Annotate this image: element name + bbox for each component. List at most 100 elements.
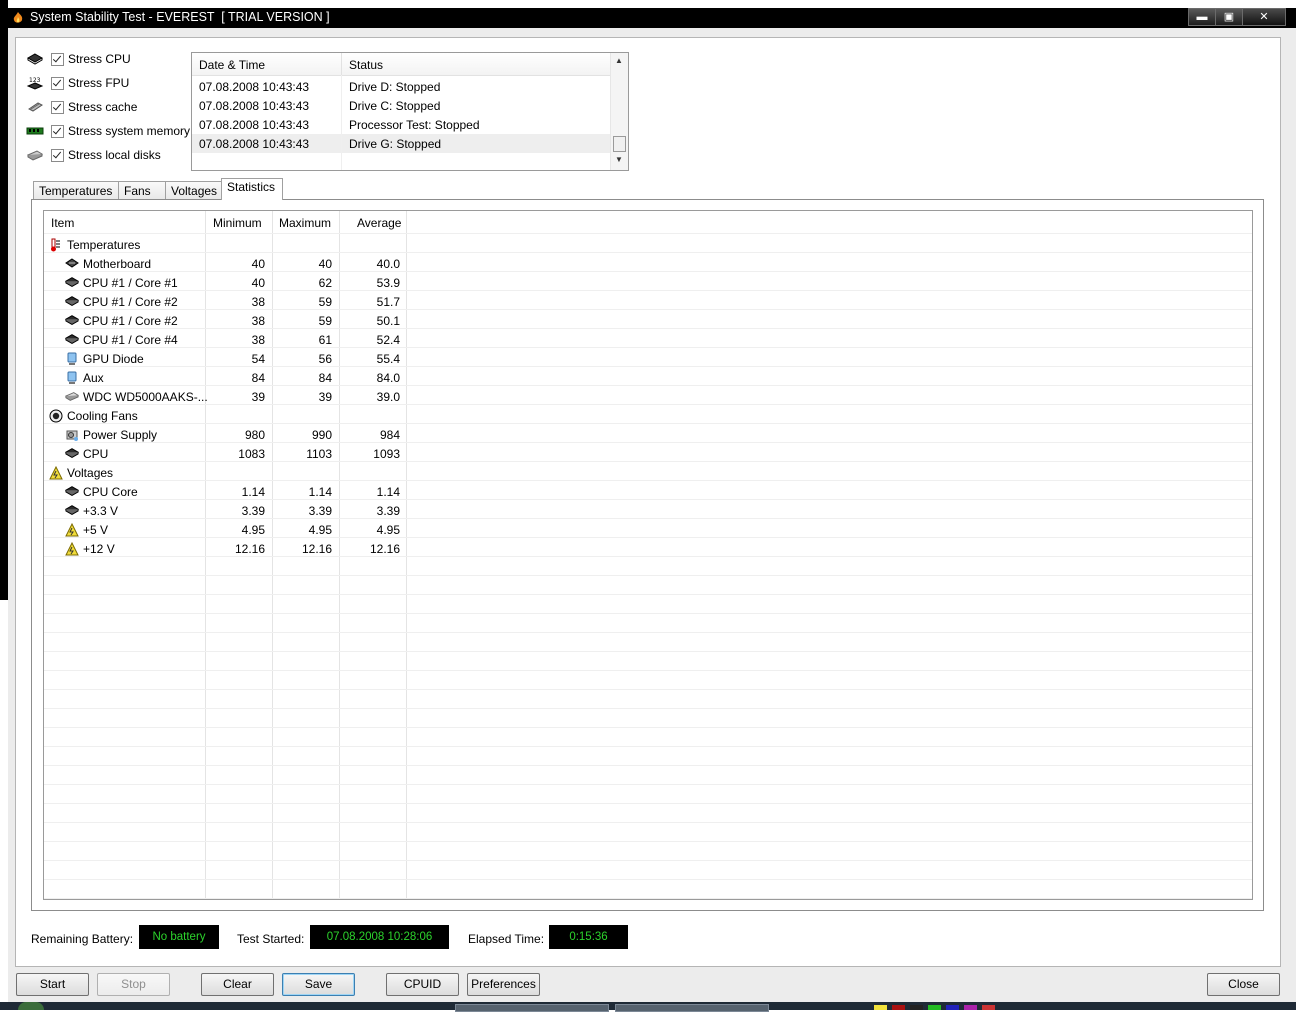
stress-option[interactable]: Stress system memory (26, 122, 190, 140)
log-row[interactable]: 07.08.2008 10:43:43 Drive C: Stopped (192, 96, 610, 115)
tab-voltages[interactable]: Voltages (165, 181, 222, 200)
save-button[interactable]: Save (282, 973, 355, 996)
preferences-button[interactable]: Preferences (467, 973, 540, 996)
window-close-button[interactable]: ✕ (1242, 8, 1286, 26)
table-row[interactable]: Aux 84 84 84.0 (44, 368, 1252, 387)
scroll-down-arrow-icon[interactable]: ▼ (615, 155, 623, 164)
stress-checkbox[interactable] (51, 52, 64, 66)
test-started-label: Test Started: (237, 932, 305, 946)
event-log-list[interactable]: Date & Time Status 07.08.2008 10:43:43 Dr… (191, 52, 629, 171)
stress-checkbox[interactable] (51, 76, 64, 90)
table-row[interactable]: WDC WD5000AAKS-... 39 39 39.0 (44, 387, 1252, 406)
table-row[interactable]: CPU #1 / Core #2 38 59 51.7 (44, 292, 1252, 311)
stress-option-label[interactable]: Stress FPU (68, 76, 129, 90)
cell-min: 980 (244, 428, 265, 442)
log-row[interactable]: 07.08.2008 10:43:43 Drive G: Stopped (192, 134, 610, 153)
cell-min: 1.14 (241, 485, 265, 499)
stress-option-label[interactable]: Stress local disks (68, 148, 161, 162)
taskbar-button[interactable] (455, 1004, 609, 1012)
table-row[interactable]: CPU 1083 1103 1093 (44, 444, 1252, 463)
stress-checkbox[interactable] (51, 148, 64, 162)
stop-button[interactable]: Stop (97, 973, 170, 996)
table-row[interactable]: CPU #1 / Core #1 40 62 53.9 (44, 273, 1252, 292)
log-row[interactable]: 07.08.2008 10:43:43 Processor Test: Stopp… (192, 115, 610, 134)
row-gridline (44, 860, 1252, 861)
tab-temperatures[interactable]: Temperatures (33, 181, 119, 200)
stress-option-label[interactable]: Stress system memory (68, 124, 190, 138)
col-header-maximum[interactable]: Maximum (279, 216, 331, 230)
log-header-datetime[interactable]: Date & Time (199, 58, 265, 72)
cell-min: 1083 (238, 447, 265, 461)
cell-avg: 984 (379, 428, 400, 442)
close-button[interactable]: Close (1207, 973, 1280, 996)
cell-max: 61 (318, 333, 332, 347)
stress-option[interactable]: Stress local disks (26, 146, 161, 164)
table-group-row[interactable]: Voltages (44, 463, 1252, 482)
table-group-row[interactable]: Cooling Fans (44, 406, 1252, 425)
log-header-status[interactable]: Status (349, 58, 383, 72)
stress-option[interactable]: Stress cache (26, 98, 137, 116)
col-header-average[interactable]: Average (357, 216, 401, 230)
tray-icon[interactable] (874, 1005, 887, 1010)
table-row[interactable]: Power Supply 980 990 984 (44, 425, 1252, 444)
table-row[interactable]: GPU Diode 54 56 55.4 (44, 349, 1252, 368)
tab-fans[interactable]: Fans (118, 181, 166, 200)
col-header-item[interactable]: Item (51, 216, 74, 230)
minimize-button[interactable]: ▬ (1188, 8, 1216, 26)
row-gridline (44, 746, 1252, 747)
cpuid-button[interactable]: CPUID (386, 973, 459, 996)
statistics-table[interactable]: Item Minimum Maximum Average Temperature… (43, 210, 1253, 900)
row-item-name: CPU #1 / Core #4 (83, 333, 178, 347)
cell-min: 40 (251, 257, 265, 271)
table-row[interactable]: Motherboard 40 40 40.0 (44, 254, 1252, 273)
col-header-minimum[interactable]: Minimum (213, 216, 262, 230)
hard-disk-icon (64, 390, 80, 403)
maximize-button[interactable]: ▣ (1215, 8, 1243, 26)
cell-min: 84 (251, 371, 265, 385)
cell-max: 990 (311, 428, 332, 442)
row-item-name: GPU Diode (83, 352, 144, 366)
stress-option-label[interactable]: Stress CPU (68, 52, 131, 66)
table-row[interactable]: +3.3 V 3.39 3.39 3.39 (44, 501, 1252, 520)
table-row[interactable]: +12 V 12.16 12.16 12.16 (44, 539, 1252, 558)
stress-checkbox[interactable] (51, 124, 64, 138)
row-item-name: Aux (83, 371, 104, 385)
table-row[interactable]: CPU Core 1.14 1.14 1.14 (44, 482, 1252, 501)
taskbar-button[interactable] (615, 1004, 769, 1012)
stress-option[interactable]: Stress CPU (26, 50, 131, 68)
table-row[interactable]: CPU #1 / Core #4 38 61 52.4 (44, 330, 1252, 349)
tray-icon[interactable] (892, 1005, 905, 1010)
tray-icon[interactable] (910, 1005, 923, 1010)
tray-icon[interactable] (964, 1005, 977, 1010)
stress-option[interactable]: 123 Stress FPU (26, 74, 129, 92)
cell-max: 1.14 (308, 485, 332, 499)
log-scrollbar[interactable]: ▲ ▼ (610, 53, 628, 170)
cell-avg: 1093 (373, 447, 400, 461)
cell-max: 3.39 (308, 504, 332, 518)
row-gridline (44, 784, 1252, 785)
cell-max: 59 (318, 314, 332, 328)
log-status: Drive C: Stopped (349, 99, 441, 113)
window-titlebar[interactable]: System Stability Test - EVEREST [ TRIAL … (8, 8, 1296, 28)
start-orb-icon[interactable] (18, 1002, 44, 1010)
row-item-name: +5 V (83, 523, 109, 537)
tray-icon[interactable] (982, 1005, 995, 1010)
clear-button[interactable]: Clear (201, 973, 274, 996)
fpu-icon: 123 (26, 76, 44, 90)
scroll-thumb[interactable] (613, 136, 626, 152)
table-group-row[interactable]: Temperatures (44, 235, 1252, 254)
tray-icon[interactable] (946, 1005, 959, 1010)
stress-checkbox[interactable] (51, 100, 64, 114)
table-row[interactable]: CPU #1 / Core #2 38 59 50.1 (44, 311, 1252, 330)
table-row[interactable]: +5 V 4.95 4.95 4.95 (44, 520, 1252, 539)
start-button[interactable]: Start (16, 973, 89, 996)
cell-min: 39 (251, 390, 265, 404)
cell-min: 38 (251, 333, 265, 347)
row-gridline (44, 670, 1252, 671)
tray-icon[interactable] (928, 1005, 941, 1010)
cell-avg: 40.0 (376, 257, 400, 271)
tab-statistics[interactable]: Statistics (221, 178, 283, 200)
scroll-up-arrow-icon[interactable]: ▲ (615, 56, 623, 65)
stress-option-label[interactable]: Stress cache (68, 100, 137, 114)
log-row[interactable]: 07.08.2008 10:43:43 Drive D: Stopped (192, 77, 610, 96)
